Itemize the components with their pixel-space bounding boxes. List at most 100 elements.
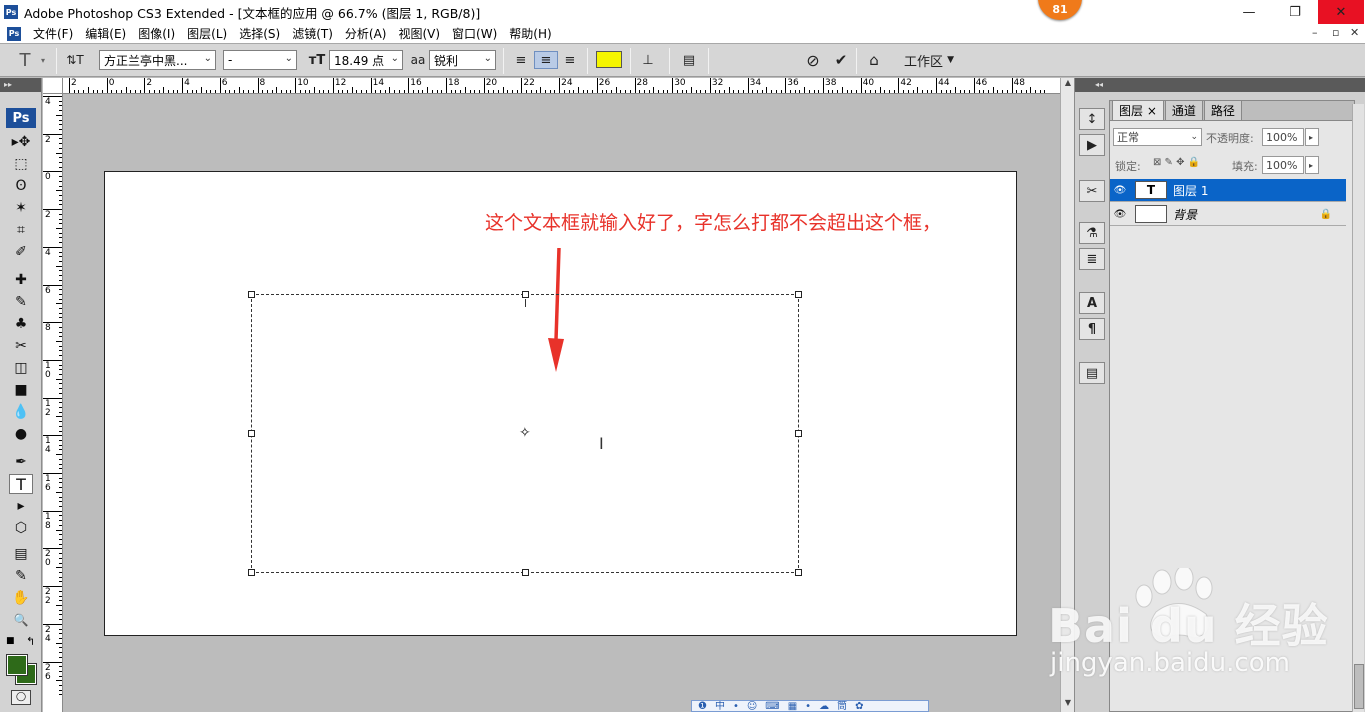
lasso-tool-icon[interactable]: ʘ xyxy=(9,176,33,196)
menu-help[interactable]: 帮助(H) xyxy=(503,25,557,42)
close-icon[interactable]: × xyxy=(1147,104,1157,118)
menu-filter[interactable]: 滤镜(T) xyxy=(286,25,339,42)
font-size-select[interactable]: 18.49 点 ⌄ xyxy=(329,50,403,70)
paragraph-panel-icon[interactable]: ¶ xyxy=(1079,318,1105,340)
opacity-slider-arrow-icon[interactable]: ▸ xyxy=(1305,128,1319,146)
foreground-color-swatch[interactable] xyxy=(6,654,28,676)
resize-handle-left[interactable] xyxy=(248,430,255,437)
menu-layer[interactable]: 图层(L) xyxy=(181,25,233,42)
zoom-tool-icon[interactable]: 🔍 xyxy=(9,610,33,630)
text-color-swatch[interactable] xyxy=(596,51,622,68)
dock-grip[interactable]: ◂◂ xyxy=(1075,78,1365,92)
swap-colors-icon[interactable]: ↰ xyxy=(26,635,35,648)
commit-edit-icon[interactable]: ✔ xyxy=(830,51,852,69)
resize-handle-top[interactable] xyxy=(522,291,529,298)
lock-options-icons[interactable]: ⊠ ✎ ✥ 🔒 xyxy=(1153,157,1200,168)
ps-logo[interactable]: Ps xyxy=(6,108,36,128)
document-icon[interactable]: Ps xyxy=(7,26,21,41)
default-colors-icon[interactable]: ■ xyxy=(6,636,15,646)
menu-file[interactable]: 文件(F) xyxy=(27,25,79,42)
shape-tool-icon[interactable]: ⬡ xyxy=(9,518,33,538)
history-panel-icon[interactable]: ↕ xyxy=(1079,108,1105,130)
maximize-button[interactable]: ❐ xyxy=(1272,0,1318,24)
gradient-tool-icon[interactable]: ■ xyxy=(9,380,33,400)
layer-row-background[interactable]: 👁 背景 🔒 xyxy=(1110,203,1346,226)
notes-tool-icon[interactable]: ▤ xyxy=(9,544,33,564)
eyedropper-tool-icon[interactable]: ✎ xyxy=(9,566,33,586)
clone-source-panel-icon[interactable]: ⚗ xyxy=(1079,222,1105,244)
blur-tool-icon[interactable]: 💧 xyxy=(9,402,33,422)
resize-handle-top-right[interactable] xyxy=(795,291,802,298)
tab-channels[interactable]: 通道 xyxy=(1164,100,1203,120)
align-left-icon[interactable]: ≡ xyxy=(510,51,532,69)
minimize-button[interactable]: — xyxy=(1226,0,1272,24)
close-button[interactable]: ✕ xyxy=(1318,0,1364,24)
clone-stamp-tool-icon[interactable]: ♣ xyxy=(9,314,33,334)
resize-handle-top-left[interactable] xyxy=(248,291,255,298)
cancel-edit-icon[interactable]: ⊘ xyxy=(802,51,824,70)
character-panel-icon[interactable]: ▤ xyxy=(678,51,700,69)
resize-handle-bottom-left[interactable] xyxy=(248,569,255,576)
pen-tool-icon[interactable]: ✒ xyxy=(9,452,33,472)
doc-close-button[interactable]: ✕ xyxy=(1350,26,1359,39)
doc-restore-button[interactable]: ▫ xyxy=(1332,26,1339,39)
notification-badge[interactable]: 81 xyxy=(1038,0,1082,20)
healing-brush-tool-icon[interactable]: ✚ xyxy=(9,270,33,290)
scroll-down-icon[interactable]: ▼ xyxy=(1061,698,1075,712)
bridge-icon[interactable]: ⌂ xyxy=(862,51,886,69)
quick-mask-icon[interactable]: ◯ xyxy=(11,690,31,705)
eye-icon[interactable]: 👁 xyxy=(1110,185,1130,196)
scroll-thumb[interactable] xyxy=(1354,664,1364,709)
menu-edit[interactable]: 编辑(E) xyxy=(79,25,132,42)
resize-handle-bottom[interactable] xyxy=(522,569,529,576)
scroll-up-icon[interactable]: ▲ xyxy=(1061,78,1075,92)
preset-dropdown-icon[interactable]: ▾ xyxy=(38,51,48,69)
anti-alias-select[interactable]: 锐利 ⌄ xyxy=(429,50,496,70)
type-tool-icon[interactable]: T xyxy=(9,474,33,494)
actions-panel-icon[interactable]: ▶ xyxy=(1079,134,1105,156)
warp-text-icon[interactable]: ⊥ xyxy=(637,51,659,69)
vertical-ruler[interactable]: 4 2 0 2 4 6 8 10 12 14 16 18 20 22 24 26 xyxy=(43,94,63,712)
character-panel-icon[interactable]: A xyxy=(1079,292,1105,314)
horizontal-ruler[interactable]: 2 0 2 4 6 8 10 12 14 16 18 20 22 24 26 28 30 32 34 36 38 40 42… xyxy=(63,78,1060,94)
magic-wand-tool-icon[interactable]: ✶ xyxy=(9,198,33,218)
canvas[interactable]: 这个文本框就输入好了，字怎么打都不会超出这个框， ✧ I xyxy=(104,171,1017,636)
workspace-menu[interactable]: 工作区 ▼ xyxy=(898,51,960,70)
move-tool-icon[interactable]: ▸✥ xyxy=(9,132,33,152)
text-tool-preset-icon[interactable]: T xyxy=(14,50,36,71)
resize-handle-right[interactable] xyxy=(795,430,802,437)
layer-row-text[interactable]: 👁 T 图层 1 xyxy=(1110,179,1346,202)
opacity-input[interactable]: 100% xyxy=(1262,128,1304,146)
panel-scrollbar[interactable] xyxy=(1352,104,1364,712)
hand-tool-icon[interactable]: ✋ xyxy=(9,588,33,608)
history-brush-tool-icon[interactable]: ✂ xyxy=(9,336,33,356)
tool-presets-panel-icon[interactable]: ✂ xyxy=(1079,180,1105,202)
font-style-select[interactable]: - ⌄ xyxy=(223,50,297,70)
fill-slider-arrow-icon[interactable]: ▸ xyxy=(1305,156,1319,174)
align-center-icon[interactable]: ≡ xyxy=(534,51,558,69)
menu-analysis[interactable]: 分析(A) xyxy=(339,25,393,42)
eraser-tool-icon[interactable]: ◫ xyxy=(9,358,33,378)
menu-select[interactable]: 选择(S) xyxy=(233,25,286,42)
tab-layers[interactable]: 图层 × xyxy=(1112,100,1164,120)
eye-icon[interactable]: 👁 xyxy=(1110,209,1130,220)
dodge-tool-icon[interactable]: ● xyxy=(9,424,33,444)
text-orientation-icon[interactable]: ⇅T xyxy=(62,51,88,69)
marquee-tool-icon[interactable]: ⬚ xyxy=(9,154,33,174)
menu-image[interactable]: 图像(I) xyxy=(132,25,181,42)
brush-tool-icon[interactable]: ✎ xyxy=(9,292,33,312)
slice-tool-icon[interactable]: ✐ xyxy=(9,242,33,262)
resize-handle-bottom-right[interactable] xyxy=(795,569,802,576)
blend-mode-select[interactable]: 正常 ⌄ xyxy=(1113,128,1202,146)
tab-paths[interactable]: 路径 xyxy=(1203,100,1242,120)
font-family-select[interactable]: 方正兰亭中黑... ⌄ xyxy=(99,50,216,70)
align-right-icon[interactable]: ≡ xyxy=(559,51,581,69)
toolbox-grip[interactable]: ▸▸ xyxy=(0,78,41,92)
fill-input[interactable]: 100% xyxy=(1262,156,1304,174)
menu-window[interactable]: 窗口(W) xyxy=(446,25,503,42)
info-panel-icon[interactable]: ▤ xyxy=(1079,362,1105,384)
ime-toolbar[interactable]: ❶中•☺⌨▦•☁筒✿ xyxy=(691,700,929,712)
ruler-origin[interactable] xyxy=(43,78,63,94)
layer-comps-panel-icon[interactable]: ≣ xyxy=(1079,248,1105,270)
doc-minimize-button[interactable]: – xyxy=(1312,26,1318,39)
